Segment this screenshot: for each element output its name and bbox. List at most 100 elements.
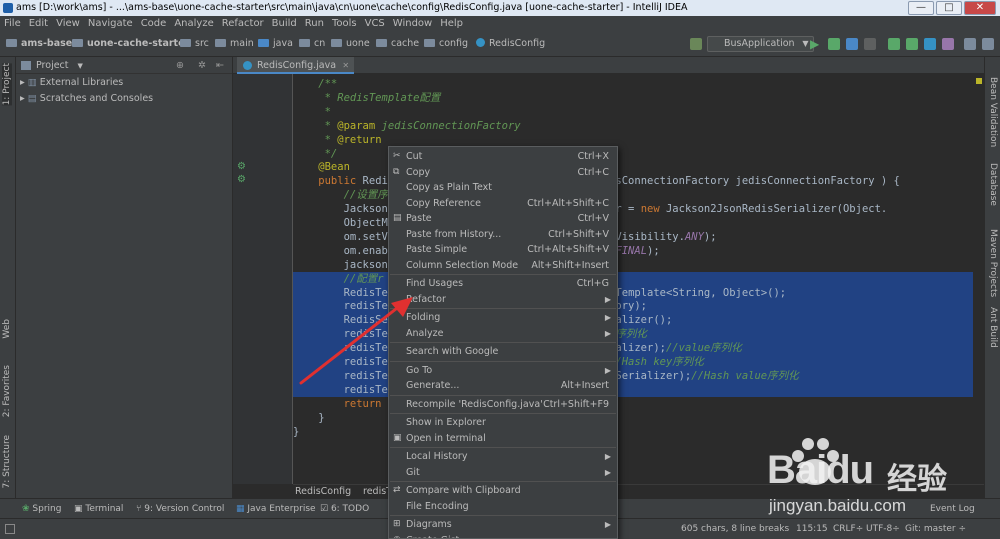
menu-analyze[interactable]: Analyze — [170, 16, 217, 31]
crumb-java[interactable]: java — [258, 31, 293, 57]
menu-item-show-in-explorer[interactable]: Show in Explorer — [389, 415, 617, 430]
menu-build[interactable]: Build — [268, 16, 301, 31]
menu-navigate[interactable]: Navigate — [84, 16, 137, 31]
java-enterprise-tool-button[interactable]: ▦ Java Enterprise — [236, 499, 316, 519]
run-icon[interactable]: ▶ — [810, 38, 822, 50]
crumb-redisconfig[interactable]: RedisConfig — [476, 31, 545, 57]
menu-item-create-gist[interactable]: ◉ Create Gist... — [389, 533, 617, 539]
bean-gutter-icon[interactable]: ⚙ — [237, 161, 246, 172]
folder-icon — [215, 39, 226, 47]
menu-run[interactable]: Run — [301, 16, 328, 31]
close-tab-icon[interactable]: ✕ — [342, 57, 349, 74]
breadcrumb-class[interactable]: RedisConfig — [295, 485, 351, 499]
code-token: @Bean — [293, 161, 350, 174]
menu-item-local-history[interactable]: Local History ▶ — [389, 449, 617, 464]
vcs-history-icon[interactable] — [924, 38, 936, 50]
maven-tool-button[interactable]: Maven Projects — [988, 229, 998, 297]
menu-item-paste-from-history[interactable]: Paste from History... Ctrl+Shift+V — [389, 227, 617, 242]
caret-position[interactable]: 115:15 — [796, 519, 828, 539]
project-structure-icon[interactable] — [964, 38, 976, 50]
menu-item-paste[interactable]: ▤ Paste Ctrl+V — [389, 211, 617, 226]
menu-item-paste-simple[interactable]: Paste Simple Ctrl+Alt+Shift+V — [389, 242, 617, 257]
todo-tool-button[interactable]: ☑ 6: TODO — [320, 499, 369, 519]
tree-item-external-libraries[interactable]: ▸ ▥ External Libraries — [20, 77, 123, 88]
debug-icon[interactable] — [828, 38, 840, 50]
gear-icon[interactable]: ✲ — [198, 57, 206, 74]
menu-view[interactable]: View — [52, 16, 84, 31]
revert-icon[interactable] — [942, 38, 954, 50]
vcs-update-icon[interactable] — [888, 38, 900, 50]
menu-item-label: Open in terminal — [406, 432, 486, 444]
version-control-tool-button[interactable]: ⑂ 9: Version Control — [136, 499, 224, 519]
project-view-select[interactable]: Project — [36, 60, 69, 71]
hide-panel-icon[interactable]: ⇤ — [216, 57, 224, 74]
editor-scroll-stripe[interactable] — [973, 74, 984, 484]
crumb-cn[interactable]: cn — [299, 31, 325, 57]
menu-item-recompile-redisconfig-java[interactable]: Recompile 'RedisConfig.java' Ctrl+Shift+F… — [389, 397, 617, 412]
run-configuration-select[interactable]: BusApplication ▼ — [707, 36, 814, 52]
code-line[interactable]: * — [293, 105, 973, 119]
crumb-uone[interactable]: uone — [331, 31, 370, 57]
menu-item-column-selection-mode[interactable]: Column Selection Mode Alt+Shift+Insert — [389, 258, 617, 273]
code-line[interactable]: * @param jedisConnectionFactory — [293, 119, 973, 133]
menu-item-diagrams[interactable]: ⊞ Diagrams ▶ — [389, 517, 617, 532]
expand-arrow-icon[interactable]: ▸ — [20, 93, 28, 104]
git-branch[interactable]: Git: master ÷ — [905, 519, 966, 539]
structure-tool-button[interactable]: 7: Structure — [2, 435, 12, 489]
bean-validation-tool-button[interactable]: Bean Validation — [988, 77, 998, 147]
menu-help[interactable]: Help — [436, 16, 467, 31]
cut-icon: ✂ — [393, 151, 401, 161]
crumb-ams-base[interactable]: ams-base — [6, 31, 72, 57]
code-line[interactable]: /** — [293, 77, 973, 91]
menu-item-cut[interactable]: ✂ Cut Ctrl+X — [389, 149, 617, 164]
warning-marker-icon[interactable] — [976, 78, 982, 84]
crumb-main[interactable]: main — [215, 31, 254, 57]
ant-build-tool-button[interactable]: Ant Build — [988, 307, 998, 348]
menu-refactor[interactable]: Refactor — [218, 16, 268, 31]
tool-windows-toggle-icon[interactable] — [5, 524, 15, 534]
menu-item-compare-with-clipboard[interactable]: ⇄ Compare with Clipboard — [389, 483, 617, 498]
project-tool-button[interactable]: 1: Project — [2, 63, 12, 106]
menu-item-copy-reference[interactable]: Copy Reference Ctrl+Alt+Shift+C — [389, 196, 617, 211]
chevron-down-icon: ▼ — [802, 39, 809, 48]
bean-gutter-icon[interactable]: ⚙ — [237, 174, 246, 185]
terminal-tool-button[interactable]: ▣ Terminal — [74, 499, 123, 519]
menu-edit[interactable]: Edit — [25, 16, 52, 31]
crumb-src[interactable]: src — [180, 31, 209, 57]
spring-tool-button[interactable]: ❀ Spring — [22, 499, 61, 519]
crumb-uone-cache-starter[interactable]: uone-cache-starter — [72, 31, 189, 57]
maximize-button[interactable]: □ — [936, 1, 962, 15]
chevron-down-icon[interactable]: ▼ — [78, 62, 83, 70]
build-icon[interactable] — [690, 38, 702, 50]
menu-tools[interactable]: Tools — [328, 16, 361, 31]
web-tool-button[interactable]: Web — [2, 319, 12, 339]
code-line[interactable]: * RedisTemplate配置 — [293, 91, 973, 105]
menu-window[interactable]: Window — [389, 16, 436, 31]
tab-redisconfig[interactable]: RedisConfig.java ✕ — [237, 57, 355, 74]
crumb-config[interactable]: config — [424, 31, 468, 57]
menu-code[interactable]: Code — [137, 16, 171, 31]
database-tool-button[interactable]: Database — [988, 163, 998, 206]
close-button[interactable]: ✕ — [964, 1, 996, 15]
minimize-button[interactable]: — — [908, 1, 934, 15]
menu-item-copy[interactable]: ⧉ Copy Ctrl+C — [389, 165, 617, 180]
tree-item-scratches[interactable]: ▸ ▤ Scratches and Consoles — [20, 93, 153, 104]
menu-item-file-encoding[interactable]: File Encoding — [389, 499, 617, 514]
expand-arrow-icon[interactable]: ▸ — [20, 77, 28, 88]
vcs-commit-icon[interactable] — [906, 38, 918, 50]
collapse-all-icon[interactable]: ⊕ — [176, 57, 184, 74]
favorites-tool-button[interactable]: 2: Favorites — [2, 365, 12, 417]
coverage-icon[interactable] — [846, 38, 858, 50]
stop-icon[interactable] — [864, 38, 876, 50]
line-separator[interactable]: CRLF÷ — [833, 519, 863, 539]
crumb-cache[interactable]: cache — [376, 31, 419, 57]
menu-vcs[interactable]: VCS — [361, 16, 389, 31]
menu-file[interactable]: File — [0, 16, 25, 31]
menu-item-git[interactable]: Git ▶ — [389, 465, 617, 480]
menu-item-open-in-terminal[interactable]: ▣ Open in terminal — [389, 431, 617, 446]
settings-icon[interactable] — [982, 38, 994, 50]
file-encoding[interactable]: UTF-8÷ — [866, 519, 900, 539]
code-token: Jackson2JsonRedisSerializer(Object. — [665, 203, 888, 216]
code-line[interactable]: * @return — [293, 133, 973, 147]
menu-item-copy-as-plain-text[interactable]: Copy as Plain Text — [389, 180, 617, 195]
